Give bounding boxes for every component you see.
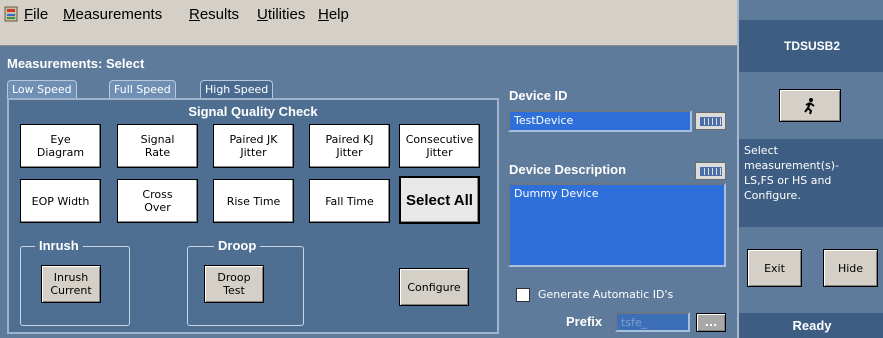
generate-auto-id-checkbox[interactable]: [516, 288, 530, 302]
configure-button[interactable]: Configure: [399, 268, 469, 306]
keyboard-icon: [699, 166, 722, 176]
inrush-label: Inrush: [35, 238, 83, 253]
measurements-panel: Measurements: Select Low Speed Full Spee…: [0, 46, 737, 338]
device-id-field[interactable]: TestDevice: [508, 110, 692, 132]
app-title: TDSUSB2: [739, 20, 883, 72]
droop-test-button[interactable]: Droop Test: [204, 265, 264, 303]
app-icon: [4, 6, 18, 22]
paired-jk-jitter-button[interactable]: Paired JK Jitter: [213, 124, 294, 168]
menu-help[interactable]: Help: [318, 6, 349, 23]
menu-file[interactable]: File: [24, 6, 48, 23]
rise-time-button[interactable]: Rise Time: [213, 179, 294, 223]
menu-utilities[interactable]: Utilities: [257, 6, 305, 23]
eop-width-button[interactable]: EOP Width: [20, 179, 101, 223]
inrush-current-button[interactable]: Inrush Current: [41, 265, 101, 303]
panel-title: Measurements: Select: [7, 56, 145, 71]
cross-over-button[interactable]: Cross Over: [117, 179, 198, 223]
tab-low-speed[interactable]: Low Speed: [7, 80, 77, 98]
hide-button[interactable]: Hide: [823, 249, 878, 287]
run-button[interactable]: [779, 89, 841, 122]
signal-rate-button[interactable]: Signal Rate: [117, 124, 198, 168]
device-description-keyboard-button[interactable]: [695, 162, 726, 180]
fall-time-button[interactable]: Fall Time: [309, 179, 390, 223]
paired-kj-jitter-button[interactable]: Paired KJ Jitter: [309, 124, 390, 168]
exit-button[interactable]: Exit: [747, 249, 802, 287]
running-man-icon: [804, 97, 815, 114]
generate-auto-id-label: Generate Automatic ID's: [538, 288, 674, 301]
device-id-keyboard-button[interactable]: [695, 112, 726, 130]
prefix-label: Prefix: [566, 314, 603, 329]
tab-content: Signal Quality Check Eye Diagram Signal …: [7, 98, 499, 334]
menu-bar: File Measurements Results Utilities Help: [0, 0, 737, 46]
tab-high-speed[interactable]: High Speed: [200, 80, 274, 98]
prefix-browse-button[interactable]: ...: [696, 313, 726, 332]
device-id-label: Device ID: [509, 88, 568, 103]
keyboard-icon: [699, 116, 722, 126]
menu-results[interactable]: Results: [189, 6, 239, 23]
prefix-field[interactable]: tsfe_: [615, 312, 690, 332]
status-message: Select measurement(s)- LS,FS or HS and C…: [739, 139, 883, 227]
right-panel: TDSUSB2 Select measurement(s)- LS,FS or …: [737, 0, 883, 338]
ready-status: Ready: [739, 313, 883, 338]
droop-group: Droop Droop Test: [187, 238, 304, 326]
consecutive-jitter-button[interactable]: Consecutive Jitter: [399, 124, 480, 168]
droop-label: Droop: [214, 238, 261, 253]
tab-full-speed[interactable]: Full Speed: [109, 80, 176, 98]
device-description-field[interactable]: Dummy Device: [508, 183, 726, 267]
device-description-label: Device Description: [509, 162, 627, 177]
inrush-group: Inrush Inrush Current: [20, 238, 130, 326]
signal-quality-check-title: Signal Quality Check: [188, 104, 318, 119]
eye-diagram-button[interactable]: Eye Diagram: [20, 124, 101, 168]
menu-measurements[interactable]: Measurements: [63, 6, 162, 23]
select-all-button[interactable]: Select All: [399, 176, 480, 224]
